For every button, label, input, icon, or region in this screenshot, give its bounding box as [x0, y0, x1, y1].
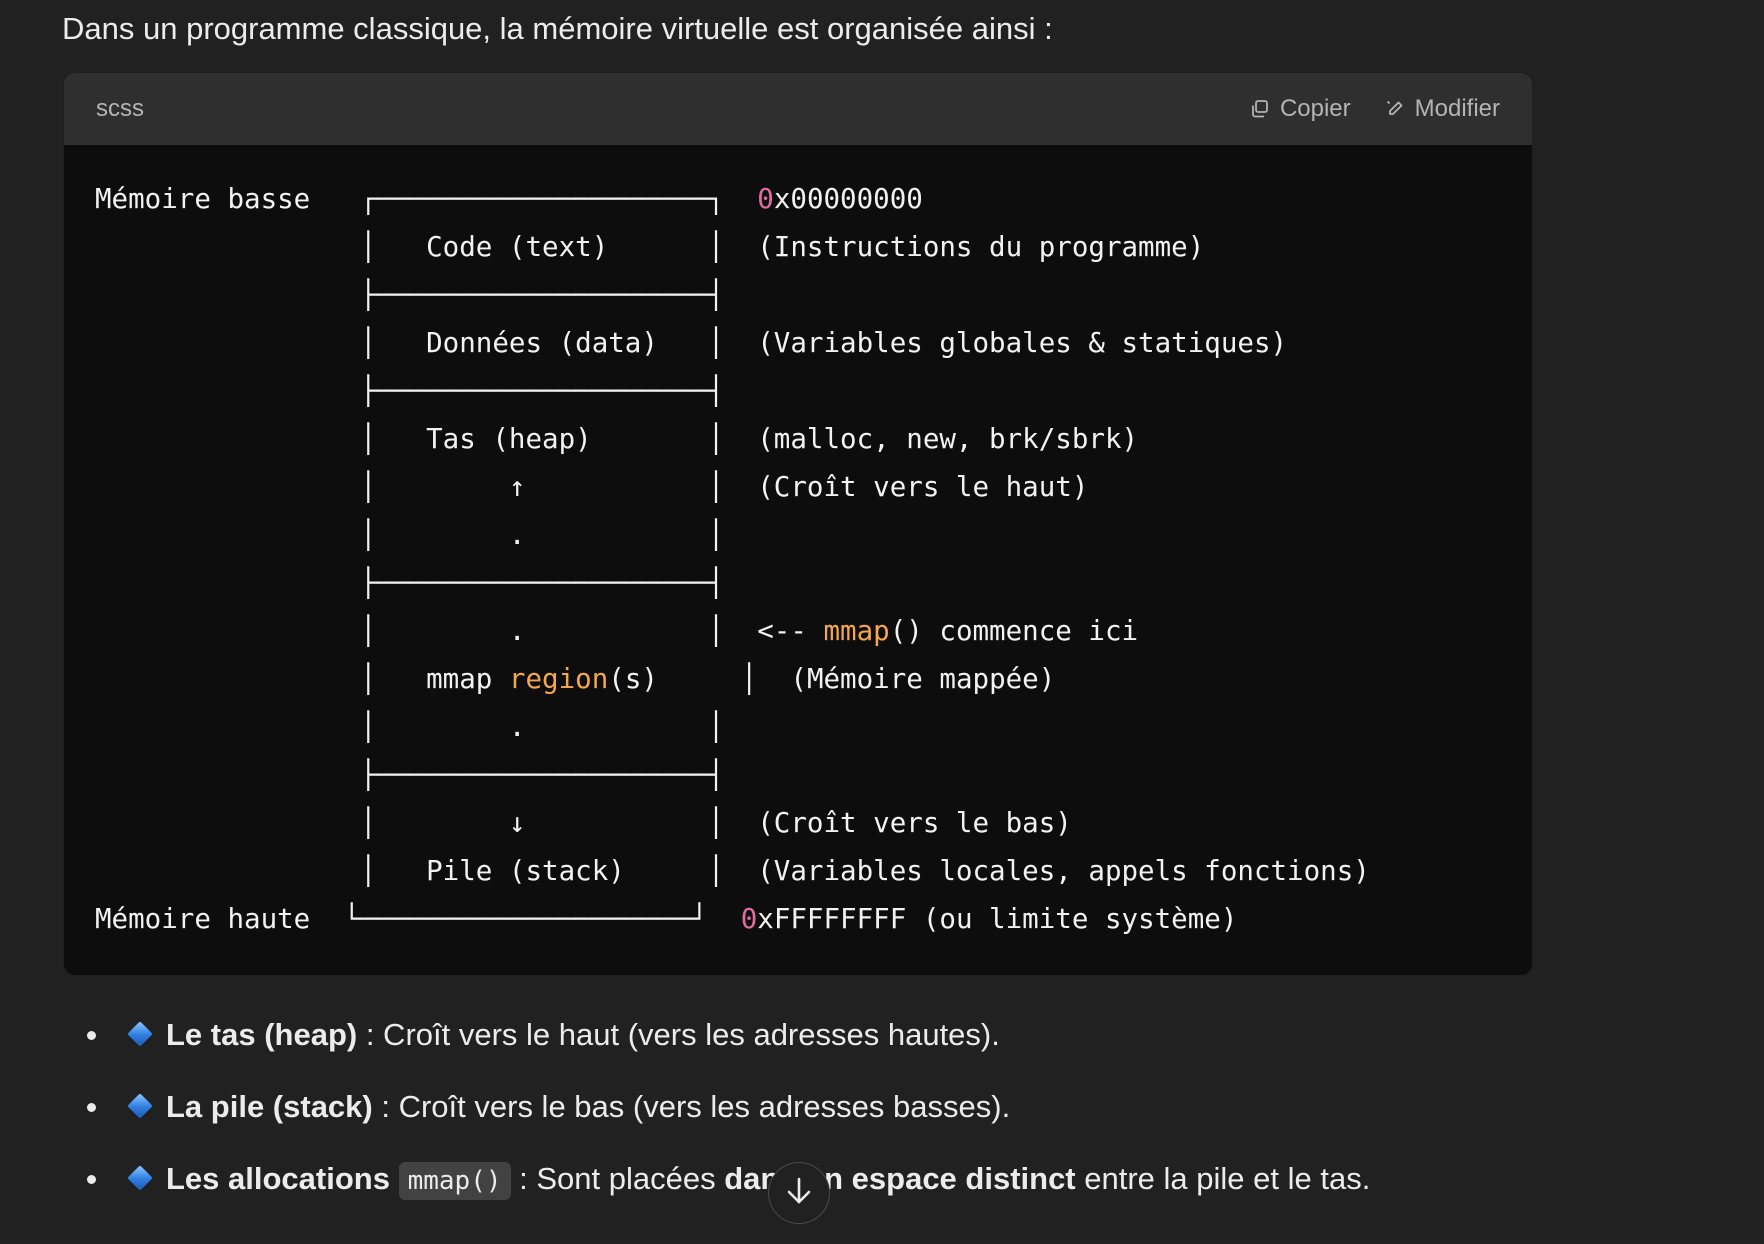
pencil-icon: [1385, 99, 1405, 119]
code-token: ├────────────────────┤: [95, 375, 725, 407]
copy-icon: [1250, 99, 1270, 119]
code-line: ├────────────────────┤: [95, 759, 724, 791]
code-line: Mémoire haute └────────────────────┘ 0xF…: [95, 903, 1237, 935]
edit-button-label: Modifier: [1414, 95, 1500, 122]
code-line: ├────────────────────┤: [95, 375, 724, 407]
code-line: Mémoire basse ┌────────────────────┐ 0x0…: [95, 183, 923, 215]
inline-code: mmap(): [398, 1162, 511, 1200]
code-line: │ Tas (heap) │ (malloc, new, brk/sbrk): [95, 423, 1138, 455]
edit-button[interactable]: Modifier: [1385, 95, 1500, 123]
code-content: Mémoire basse ┌────────────────────┐ 0x0…: [64, 145, 1532, 943]
list-item-rest: : Croît vers le haut (vers les adresses …: [357, 1017, 1000, 1052]
code-block: scss Copier Modifier Mémoire basse ┌────…: [63, 72, 1533, 976]
code-language-label: scss: [96, 95, 144, 122]
code-line: │ . │: [95, 711, 724, 743]
code-line: │ . │: [95, 519, 724, 551]
code-token: │ Code (text) │ (Instructions du program…: [95, 231, 1205, 263]
code-token: │ Tas (heap) │ (malloc, new, brk/sbrk): [95, 423, 1139, 455]
code-token: Mémoire haute └────────────────────┘: [95, 903, 741, 935]
code-token: region: [508, 663, 609, 695]
list-item-bold: Les allocations: [166, 1161, 390, 1196]
code-token: │ . │ <--: [95, 615, 824, 647]
code-actions: Copier Modifier: [1250, 95, 1500, 123]
code-line: │ Pile (stack) │ (Variables locales, app…: [95, 855, 1370, 887]
list-item-rest: : Croît vers le bas (vers les adresses b…: [372, 1089, 1011, 1124]
code-token: () commence ici: [889, 615, 1139, 647]
blue-diamond-icon: [127, 1093, 153, 1119]
code-token: │ . │: [95, 519, 725, 551]
code-block-header: scss Copier Modifier: [64, 73, 1532, 145]
arrow-down-icon: [785, 1176, 813, 1211]
code-token: 0: [740, 903, 758, 935]
code-token: │ mmap: [95, 663, 509, 695]
intro-paragraph: Dans un programme classique, la mémoire …: [62, 11, 1053, 46]
code-line: │ ↓ │ (Croît vers le bas): [95, 807, 1072, 839]
list-item-bold: La pile (stack): [166, 1089, 373, 1124]
code-token: │ ↑ │ (Croît vers le haut): [95, 471, 1089, 503]
code-token: ├────────────────────┤: [95, 567, 725, 599]
code-token: │ Données (data) │ (Variables globales &…: [95, 327, 1288, 359]
scroll-to-bottom-button[interactable]: [768, 1162, 830, 1224]
code-token: │ . │: [95, 711, 725, 743]
code-token: ├────────────────────┤: [95, 759, 725, 791]
code-token: Mémoire basse ┌────────────────────┐: [95, 183, 758, 215]
code-token: ├────────────────────┤: [95, 279, 725, 311]
list-item-rest: entre la pile et le tas.: [1075, 1161, 1371, 1196]
list-item-rest: : Sont placées: [510, 1161, 725, 1196]
code-line: │ mmap region(s) │ (Mémoire mappée): [95, 663, 1055, 695]
bullet-dot: [87, 1031, 96, 1040]
list-item-bold: Le tas (heap): [166, 1017, 358, 1052]
bullet-dot: [87, 1103, 96, 1112]
code-line: │ . │ <-- mmap() commence ici: [95, 615, 1138, 647]
code-token: │ ↓ │ (Croît vers le bas): [95, 807, 1072, 839]
code-token: │ Pile (stack) │ (Variables locales, app…: [95, 855, 1370, 887]
code-token: (s) │ (Mémoire mappée): [608, 663, 1056, 695]
code-line: ├────────────────────┤: [95, 279, 724, 311]
code-line: ├────────────────────┤: [95, 567, 724, 599]
code-token: x00000000: [773, 183, 923, 215]
copy-button[interactable]: Copier: [1250, 95, 1351, 123]
code-line: │ ↑ │ (Croît vers le haut): [95, 471, 1089, 503]
blue-diamond-icon: [127, 1021, 153, 1047]
code-line: │ Données (data) │ (Variables globales &…: [95, 327, 1287, 359]
blue-diamond-icon: [127, 1165, 153, 1191]
code-token: 0: [757, 183, 774, 215]
list-item-text: Le tas (heap) : Croît vers le haut (vers…: [166, 1010, 1000, 1060]
code-line: │ Code (text) │ (Instructions du program…: [95, 231, 1204, 263]
bullet-dot: [87, 1175, 96, 1184]
code-token: xFFFFFFFF (ou limite système): [757, 903, 1238, 935]
copy-button-label: Copier: [1279, 95, 1351, 122]
list-item-text: La pile (stack) : Croît vers le bas (ver…: [166, 1082, 1010, 1132]
code-token: mmap: [823, 615, 890, 647]
